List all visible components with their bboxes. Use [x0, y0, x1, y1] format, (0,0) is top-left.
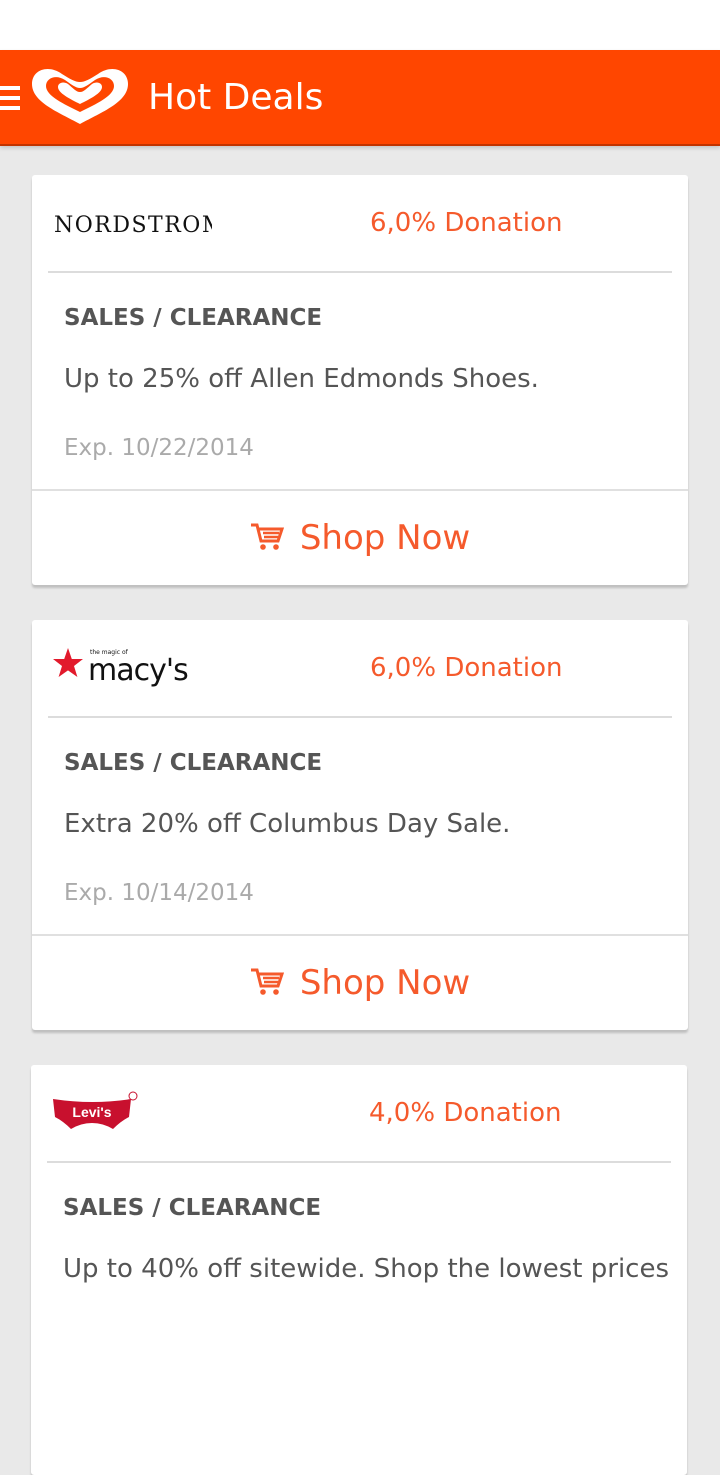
shop-now-button[interactable]: Shop Now	[32, 491, 688, 585]
deal-category: SALES / CLEARANCE	[64, 750, 323, 776]
store-name: macy's	[88, 653, 188, 688]
deal-card: the magic of macy's 6,0% Donation SALES …	[32, 620, 688, 1030]
status-bar	[0, 0, 720, 50]
levis-batwing-logo[interactable]: Levi's	[51, 1091, 141, 1135]
divider	[48, 271, 672, 273]
shop-now-label: Shop Now	[299, 518, 471, 558]
deal-card-header: the magic of macy's 6,0% Donation	[32, 620, 688, 716]
store-name: NORDSTROM	[54, 213, 212, 238]
app-bar: Hot Deals	[0, 50, 720, 146]
page-title: Hot Deals	[148, 77, 324, 118]
macys-star-logo[interactable]: the magic of macy's	[52, 646, 202, 692]
shopping-cart-icon	[250, 523, 284, 550]
store-name: Levi's	[72, 1104, 111, 1120]
divider	[47, 1161, 671, 1163]
hamburger-menu-icon[interactable]	[0, 86, 20, 112]
deal-description: Up to 40% off sitewide. Shop the lowest …	[63, 1254, 670, 1284]
shop-now-label: Shop Now	[299, 963, 471, 1003]
donation-rate: 4,0% Donation	[369, 1098, 562, 1128]
nordstrom-logo[interactable]: NORDSTROM	[52, 203, 212, 245]
heart-logo-icon[interactable]	[28, 66, 132, 128]
deal-category: SALES / CLEARANCE	[63, 1195, 322, 1221]
deal-card-header: NORDSTROM 6,0% Donation	[32, 175, 688, 271]
deal-card-header: Levi's 4,0% Donation	[31, 1065, 687, 1161]
deal-description: Up to 25% off Allen Edmonds Shoes.	[64, 364, 539, 394]
deal-description: Extra 20% off Columbus Day Sale.	[64, 809, 511, 839]
shop-now-button[interactable]: Shop Now	[32, 936, 688, 1030]
deal-expiry: Exp. 10/14/2014	[64, 880, 254, 906]
donation-rate: 6,0% Donation	[370, 653, 563, 683]
deal-expiry: Exp. 10/22/2014	[64, 435, 254, 461]
donation-rate: 6,0% Donation	[370, 208, 563, 238]
divider	[48, 716, 672, 718]
deal-card: Levi's 4,0% Donation SALES / CLEARANCE U…	[31, 1065, 687, 1475]
deal-category: SALES / CLEARANCE	[64, 305, 323, 331]
deal-card: NORDSTROM 6,0% Donation SALES / CLEARANC…	[32, 175, 688, 585]
shopping-cart-icon	[250, 968, 284, 995]
